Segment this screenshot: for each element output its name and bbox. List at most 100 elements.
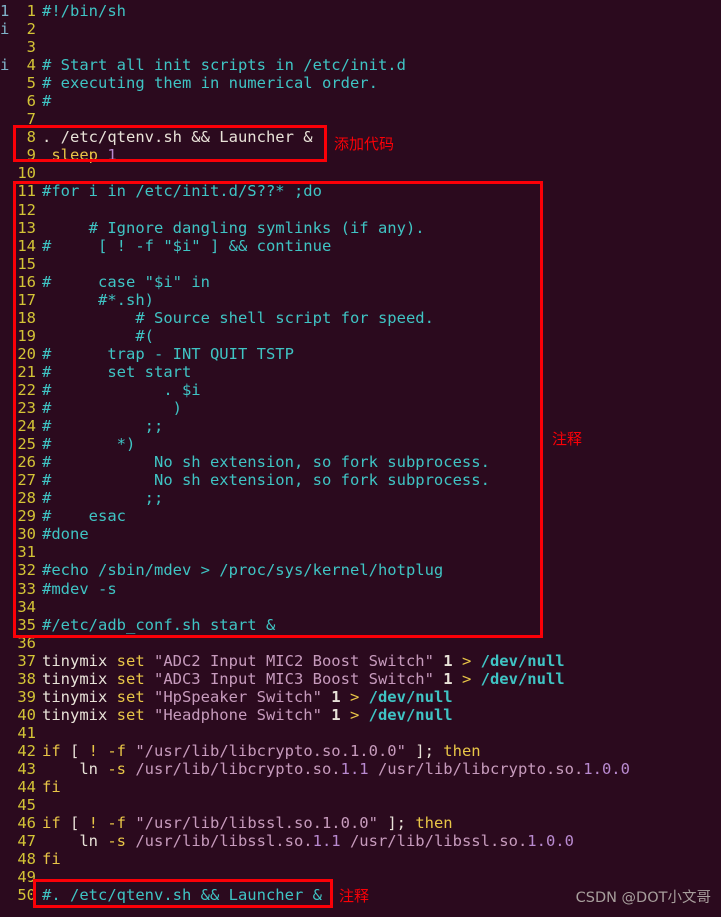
line-number: 21 [17, 362, 36, 381]
code-token: # Source shell script for speed. [42, 308, 434, 327]
code-line[interactable]: 38 tinymix set "ADC3 Input MIC3 Boost Swi… [10, 670, 721, 688]
code-token: # executing them in numerical order. [42, 74, 378, 93]
code-line[interactable]: 23 # ) [10, 399, 721, 417]
code-line[interactable]: 19 #( [10, 327, 721, 345]
code-token: 1.1 [340, 759, 369, 778]
code-line[interactable]: 32 #echo /sbin/mdev > /proc/sys/kernel/ho… [10, 561, 721, 579]
line-number: 27 [17, 471, 36, 490]
code-token: 1.0.0 [527, 832, 574, 851]
code-token: sleep [42, 146, 108, 165]
line-number: 39 [17, 687, 36, 706]
code-line[interactable]: 16 # case "$i" in [10, 273, 721, 291]
code-line[interactable]: 17 #*.sh) [10, 291, 721, 309]
code-token: "ADC3 Input MIC3 Boost Switch" [153, 669, 444, 688]
code-token: # No sh extension, so fork subprocess. [42, 471, 490, 490]
annotation-added-code: 添加代码 [334, 135, 395, 153]
code-line[interactable]: 21 # set start [10, 363, 721, 381]
line-number: 42 [17, 741, 36, 760]
code-line[interactable]: 18 # Source shell script for speed. [10, 309, 721, 327]
code-token: > [340, 705, 369, 724]
code-line[interactable]: 20 # trap - INT QUIT TSTP [10, 345, 721, 363]
code-line[interactable]: 2 [10, 20, 721, 38]
code-line[interactable]: 14 # [ ! -f "$i" ] && continue [10, 237, 721, 255]
code-editor-window[interactable]: 1 i i 1 #!/bin/sh 2 3 4 # Start all init scri… [0, 0, 721, 917]
code-token: set [116, 669, 154, 688]
line-number: 40 [17, 705, 36, 724]
code-line[interactable]: 12 [10, 201, 721, 219]
code-line[interactable]: 10 [10, 164, 721, 182]
code-line[interactable]: 27 # No sh extension, so fork subprocess. [10, 471, 721, 489]
code-line[interactable]: 25 # *) [10, 435, 721, 453]
code-line[interactable]: 7 [10, 110, 721, 128]
code-line[interactable]: 22 # . $i [10, 381, 721, 399]
code-token: 1 [443, 669, 453, 688]
line-number: 31 [17, 543, 36, 562]
code-line[interactable]: 42 if [ ! -f "/usr/lib/libcrypto.so.1.0.0… [10, 742, 721, 760]
line-number: 47 [17, 832, 36, 851]
code-line[interactable]: 48 fi [10, 850, 721, 868]
code-token: /usr/lib/libcrypto.so. [135, 759, 341, 778]
code-line[interactable]: 24 # ;; [10, 417, 721, 435]
code-line[interactable]: 45 [10, 796, 721, 814]
code-token: # case "$i" in [42, 272, 210, 291]
code-line[interactable]: 1 #!/bin/sh [10, 2, 721, 20]
code-line[interactable]: 33 #mdev -s [10, 580, 721, 598]
line-number: 14 [17, 236, 36, 255]
code-token: if [42, 741, 70, 760]
code-token: # [42, 92, 52, 111]
code-line[interactable]: 49 [10, 868, 721, 886]
code-line[interactable]: 34 [10, 598, 721, 616]
line-number: 22 [17, 380, 36, 399]
code-token: # *) [42, 435, 136, 454]
line-number: 16 [17, 272, 36, 291]
code-line[interactable]: 5 # executing them in numerical order. [10, 74, 721, 92]
code-token: [ [70, 814, 89, 833]
line-number: 35 [17, 615, 36, 634]
line-number: 45 [17, 796, 36, 815]
code-line[interactable]: 11 #for i in /etc/init.d/S??* ;do [10, 182, 721, 200]
line-number: 44 [17, 778, 36, 797]
code-line[interactable]: 30 #done [10, 525, 721, 543]
code-line[interactable]: 46 if [ ! -f "/usr/lib/libssl.so.1.0.0" ]… [10, 814, 721, 832]
code-line[interactable]: 37 tinymix set "ADC2 Input MIC2 Boost Swi… [10, 652, 721, 670]
code-line[interactable]: 35 #/etc/adb_conf.sh start & [10, 616, 721, 634]
code-token: #mdev -s [42, 579, 117, 598]
line-number: 41 [17, 723, 36, 742]
code-line[interactable]: 44 fi [10, 778, 721, 796]
code-line[interactable]: 39 tinymix set "HpSpeaker Switch" 1 > /de… [10, 688, 721, 706]
line-number: 23 [17, 399, 36, 418]
code-token: # ;; [42, 417, 164, 436]
code-line[interactable]: 13 # Ignore dangling symlinks (if any). [10, 219, 721, 237]
line-number: 36 [17, 633, 36, 652]
code-line[interactable]: 47 ln -s /usr/lib/libssl.so.1.1 /usr/lib… [10, 832, 721, 850]
code-line[interactable]: 31 [10, 543, 721, 561]
line-number: 49 [17, 868, 36, 887]
code-line[interactable]: 3 [10, 38, 721, 56]
line-number: 11 [17, 182, 36, 201]
line-number: 9 [26, 146, 36, 165]
code-line[interactable]: 29 # esac [10, 507, 721, 525]
code-token: . /etc/qtenv.sh && Launcher & [42, 128, 313, 147]
code-token: ]; [377, 814, 406, 833]
code-line[interactable]: 28 # ;; [10, 489, 721, 507]
code-line[interactable]: 26 # No sh extension, so fork subprocess. [10, 453, 721, 471]
code-token: > [452, 651, 481, 670]
code-line[interactable]: 6 # [10, 92, 721, 110]
line-number: 18 [17, 308, 36, 327]
code-token: ln [42, 832, 108, 851]
code-line[interactable]: 40 tinymix set "Headphone Switch" 1 > /de… [10, 706, 721, 724]
code-token: /usr/lib/libssl.so. [340, 832, 528, 851]
code-token: if [42, 814, 70, 833]
code-line[interactable]: 4 # Start all init scripts in /etc/init.d [10, 56, 721, 74]
code-token: # Start all init scripts in /etc/init.d [42, 56, 406, 75]
annotation-comment-bottom: 注释 [339, 887, 370, 905]
code-line[interactable]: 43 ln -s /usr/lib/libcrypto.so.1.1 /usr/… [10, 760, 721, 778]
code-token: # . $i [42, 380, 201, 399]
code-token: tinymix [42, 705, 117, 724]
code-line[interactable]: 41 [10, 724, 721, 742]
code-token: "ADC2 Input MIC2 Boost Switch" [153, 651, 444, 670]
code-line[interactable]: 15 [10, 255, 721, 273]
code-token: # ) [42, 399, 182, 418]
code-line[interactable]: 36 [10, 634, 721, 652]
line-number: 34 [17, 597, 36, 616]
